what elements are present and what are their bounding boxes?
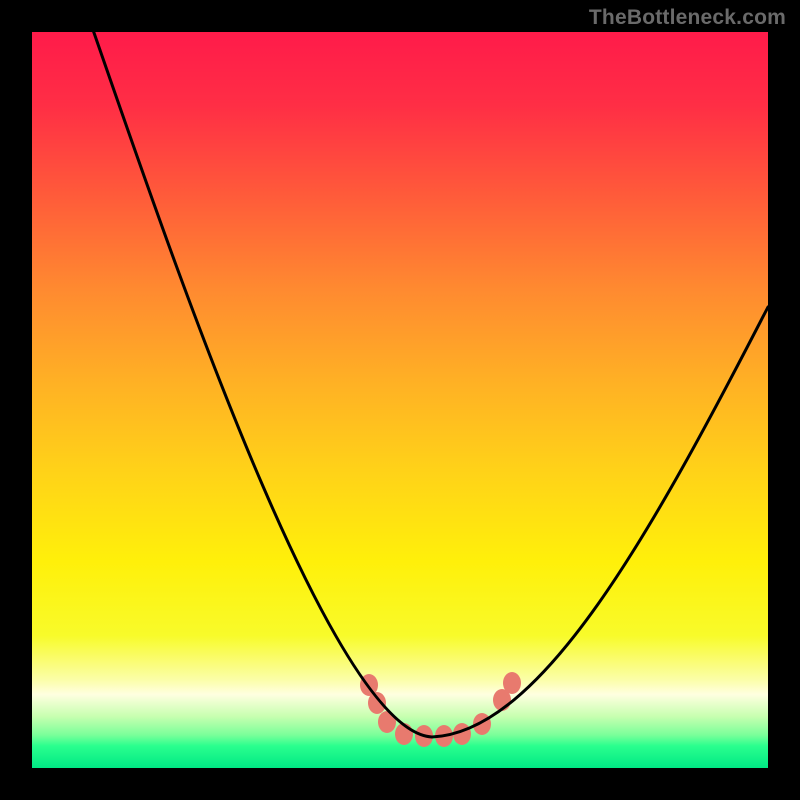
chart-frame: TheBottleneck.com	[0, 0, 800, 800]
background-gradient	[32, 32, 768, 768]
plot-area	[32, 32, 768, 768]
watermark-text: TheBottleneck.com	[589, 6, 786, 30]
